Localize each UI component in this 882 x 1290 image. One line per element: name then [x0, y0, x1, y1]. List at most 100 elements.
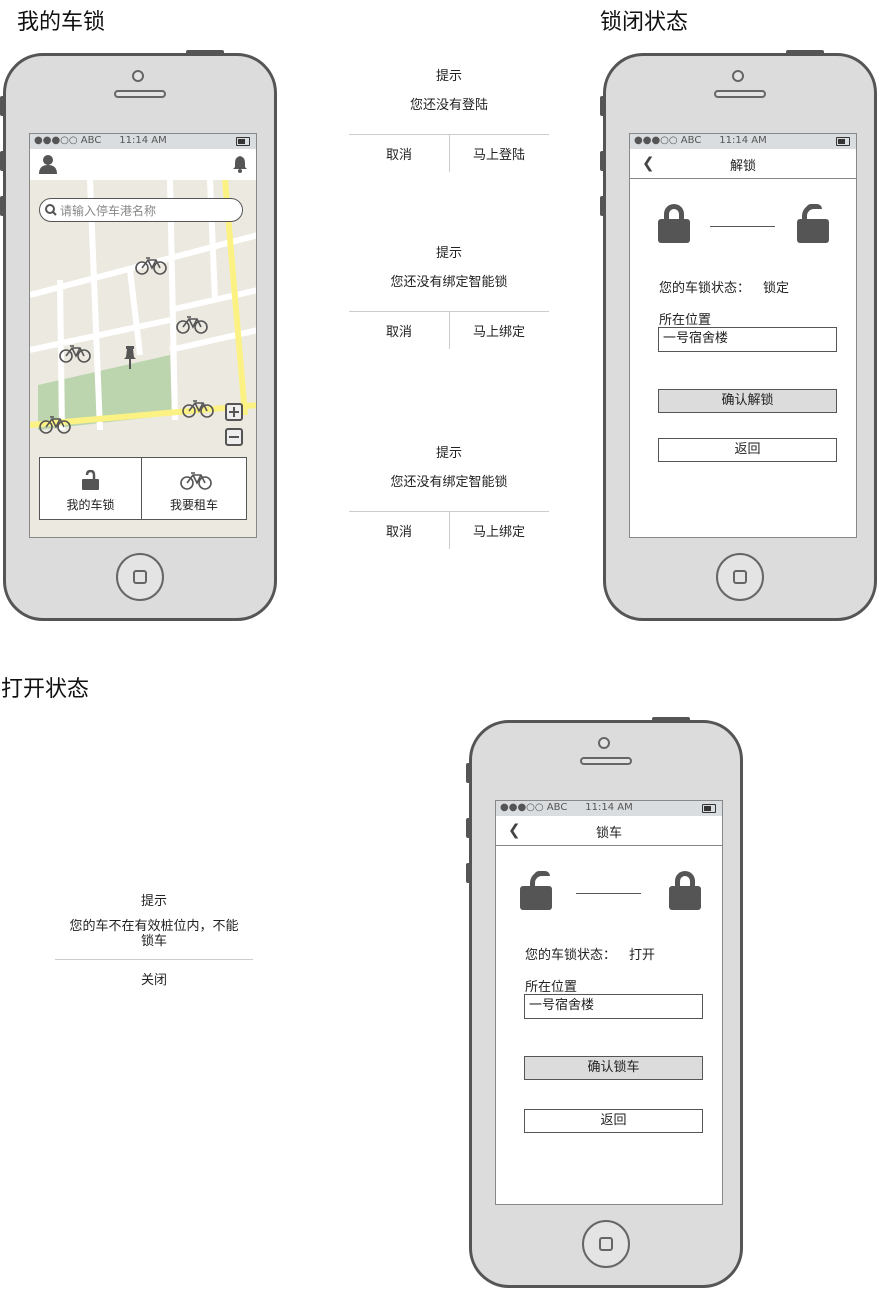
bell-icon[interactable]: [232, 155, 248, 173]
cancel-button[interactable]: 取消: [349, 144, 449, 163]
battery-icon: [836, 137, 850, 146]
nav-bar: ❮ 锁车: [496, 816, 722, 846]
status-time: 11:14 AM: [585, 802, 633, 813]
section-title-open-state: 打开状态: [1, 677, 90, 702]
battery-icon: [236, 137, 250, 146]
map[interactable]: 请输入停车港名称 我的车锁 我要租车: [30, 180, 256, 537]
unlock-screen: ●●●○○ ABC 11:14 AM ❮ 解锁 您的车锁状态： 锁定 所在位置 …: [629, 133, 857, 538]
back-button[interactable]: 返回: [658, 438, 837, 462]
location-field[interactable]: 一号宿舍楼: [658, 327, 837, 352]
dialog-title: 提示: [435, 446, 462, 461]
bike-icon[interactable]: [135, 255, 167, 275]
minus-icon: [229, 436, 239, 438]
tab-rent[interactable]: 我要租车: [142, 458, 246, 519]
login-now-button[interactable]: 马上登陆: [449, 144, 549, 163]
front-camera: [598, 737, 610, 749]
status-bar: ●●●○○ ABC 11:14 AM: [630, 134, 856, 149]
bind-now-button[interactable]: 马上绑定: [449, 321, 549, 340]
dialog-message: 您还没有登陆: [409, 98, 488, 113]
status-label: 您的车锁状态：: [659, 281, 751, 296]
status-bar: ●●●○○ ABC 11:14 AM: [30, 134, 256, 149]
dialog-title: 提示: [140, 894, 167, 909]
volume-up-button: [600, 151, 604, 171]
search-input[interactable]: 请输入停车港名称: [39, 198, 243, 222]
earpiece: [580, 757, 632, 765]
lock-screen: ●●●○○ ABC 11:14 AM ❮ 锁车 您的车锁状态： 打开 所在位置 …: [495, 800, 723, 1205]
connector-line: [576, 893, 641, 894]
connector-line: [710, 226, 775, 227]
dialog-title: 提示: [435, 69, 462, 84]
dialog-message: 您还没有绑定智能锁: [390, 275, 508, 290]
home-button[interactable]: [116, 553, 164, 601]
home-button[interactable]: [582, 1220, 630, 1268]
dialog-message: 您还没有绑定智能锁: [390, 475, 508, 490]
volume-down-button: [0, 196, 4, 216]
dialog-title: 提示: [435, 246, 462, 261]
cancel-button[interactable]: 取消: [349, 321, 449, 340]
phone-unlock: ●●●○○ ABC 11:14 AM ❮ 解锁 您的车锁状态： 锁定 所在位置 …: [600, 50, 877, 621]
earpiece: [714, 90, 766, 98]
location-field[interactable]: 一号宿舍楼: [524, 994, 703, 1019]
search-placeholder: 请输入停车港名称: [60, 204, 157, 218]
volume-down-button: [600, 196, 604, 216]
power-button: [652, 717, 690, 721]
section-title-locked-state: 锁闭状态: [600, 10, 689, 35]
confirm-lock-button[interactable]: 确认锁车: [524, 1056, 703, 1080]
divider: [55, 959, 253, 960]
mute-switch: [0, 96, 4, 116]
bike-icon[interactable]: [176, 314, 208, 334]
phone-home: ●●●○○ ABC 11:14 AM 请输入停车港名称 我的车锁 我要租车: [0, 50, 277, 621]
location-label: 所在位置: [525, 980, 578, 995]
close-button[interactable]: 关闭: [55, 969, 253, 988]
location-label: 所在位置: [659, 313, 712, 328]
bike-icon[interactable]: [39, 414, 71, 434]
bind-now-button[interactable]: 马上绑定: [449, 521, 549, 540]
section-title-my-lock: 我的车锁: [17, 10, 106, 35]
search-icon: [45, 204, 57, 216]
status-time: 11:14 AM: [119, 135, 167, 146]
login-dialog: 提示 您还没有登陆: [349, 65, 549, 113]
back-button[interactable]: 返回: [524, 1109, 703, 1133]
status-bar: ●●●○○ ABC 11:14 AM: [496, 801, 722, 816]
cancel-button[interactable]: 取消: [349, 521, 449, 540]
zoom-in-button[interactable]: [225, 403, 243, 421]
unlock-icon: [82, 470, 99, 490]
status-value: 锁定: [763, 281, 790, 296]
mute-switch: [466, 763, 470, 783]
nav-bar: ❮ 解锁: [630, 149, 856, 179]
bike-icon[interactable]: [59, 343, 91, 363]
status-time: 11:14 AM: [719, 135, 767, 146]
mute-switch: [600, 96, 604, 116]
front-camera: [732, 70, 744, 82]
location-pin-icon[interactable]: [123, 346, 137, 370]
status-value: 打开: [629, 948, 656, 963]
bike-icon[interactable]: [182, 398, 214, 418]
phone-lock: ●●●○○ ABC 11:14 AM ❮ 锁车 您的车锁状态： 打开 所在位置 …: [466, 717, 743, 1288]
confirm-unlock-button[interactable]: 确认解锁: [658, 389, 837, 413]
plus-icon: [229, 407, 239, 417]
earpiece: [114, 90, 166, 98]
user-icon[interactable]: [38, 154, 58, 174]
home-header: [30, 149, 256, 180]
volume-up-button: [0, 151, 4, 171]
status-label: 您的车锁状态：: [525, 948, 617, 963]
zoom-out-button[interactable]: [225, 428, 243, 446]
battery-icon: [702, 804, 716, 813]
bottom-tab-panel: 我的车锁 我要租车: [39, 457, 247, 520]
tab-my-lock[interactable]: 我的车锁: [40, 458, 142, 519]
nav-title: 锁车: [595, 826, 622, 841]
power-button: [786, 50, 824, 54]
volume-up-button: [466, 818, 470, 838]
home-button[interactable]: [716, 553, 764, 601]
tab-my-lock-label: 我的车锁: [66, 498, 115, 512]
bike-icon: [180, 472, 212, 490]
dialog-message: 您的车不在有效桩位内，不能锁车: [69, 919, 239, 949]
bind-dialog: 提示 您还没有绑定智能锁: [349, 442, 549, 490]
front-camera: [132, 70, 144, 82]
home-screen: ●●●○○ ABC 11:14 AM 请输入停车港名称 我的车锁 我要租车: [29, 133, 257, 538]
tab-rent-label: 我要租车: [169, 498, 218, 512]
bind-dialog: 提示 您还没有绑定智能锁: [349, 242, 549, 290]
volume-down-button: [466, 863, 470, 883]
not-in-zone-dialog: 提示 您的车不在有效桩位内，不能锁车: [55, 890, 253, 949]
nav-title: 解锁: [729, 159, 756, 174]
